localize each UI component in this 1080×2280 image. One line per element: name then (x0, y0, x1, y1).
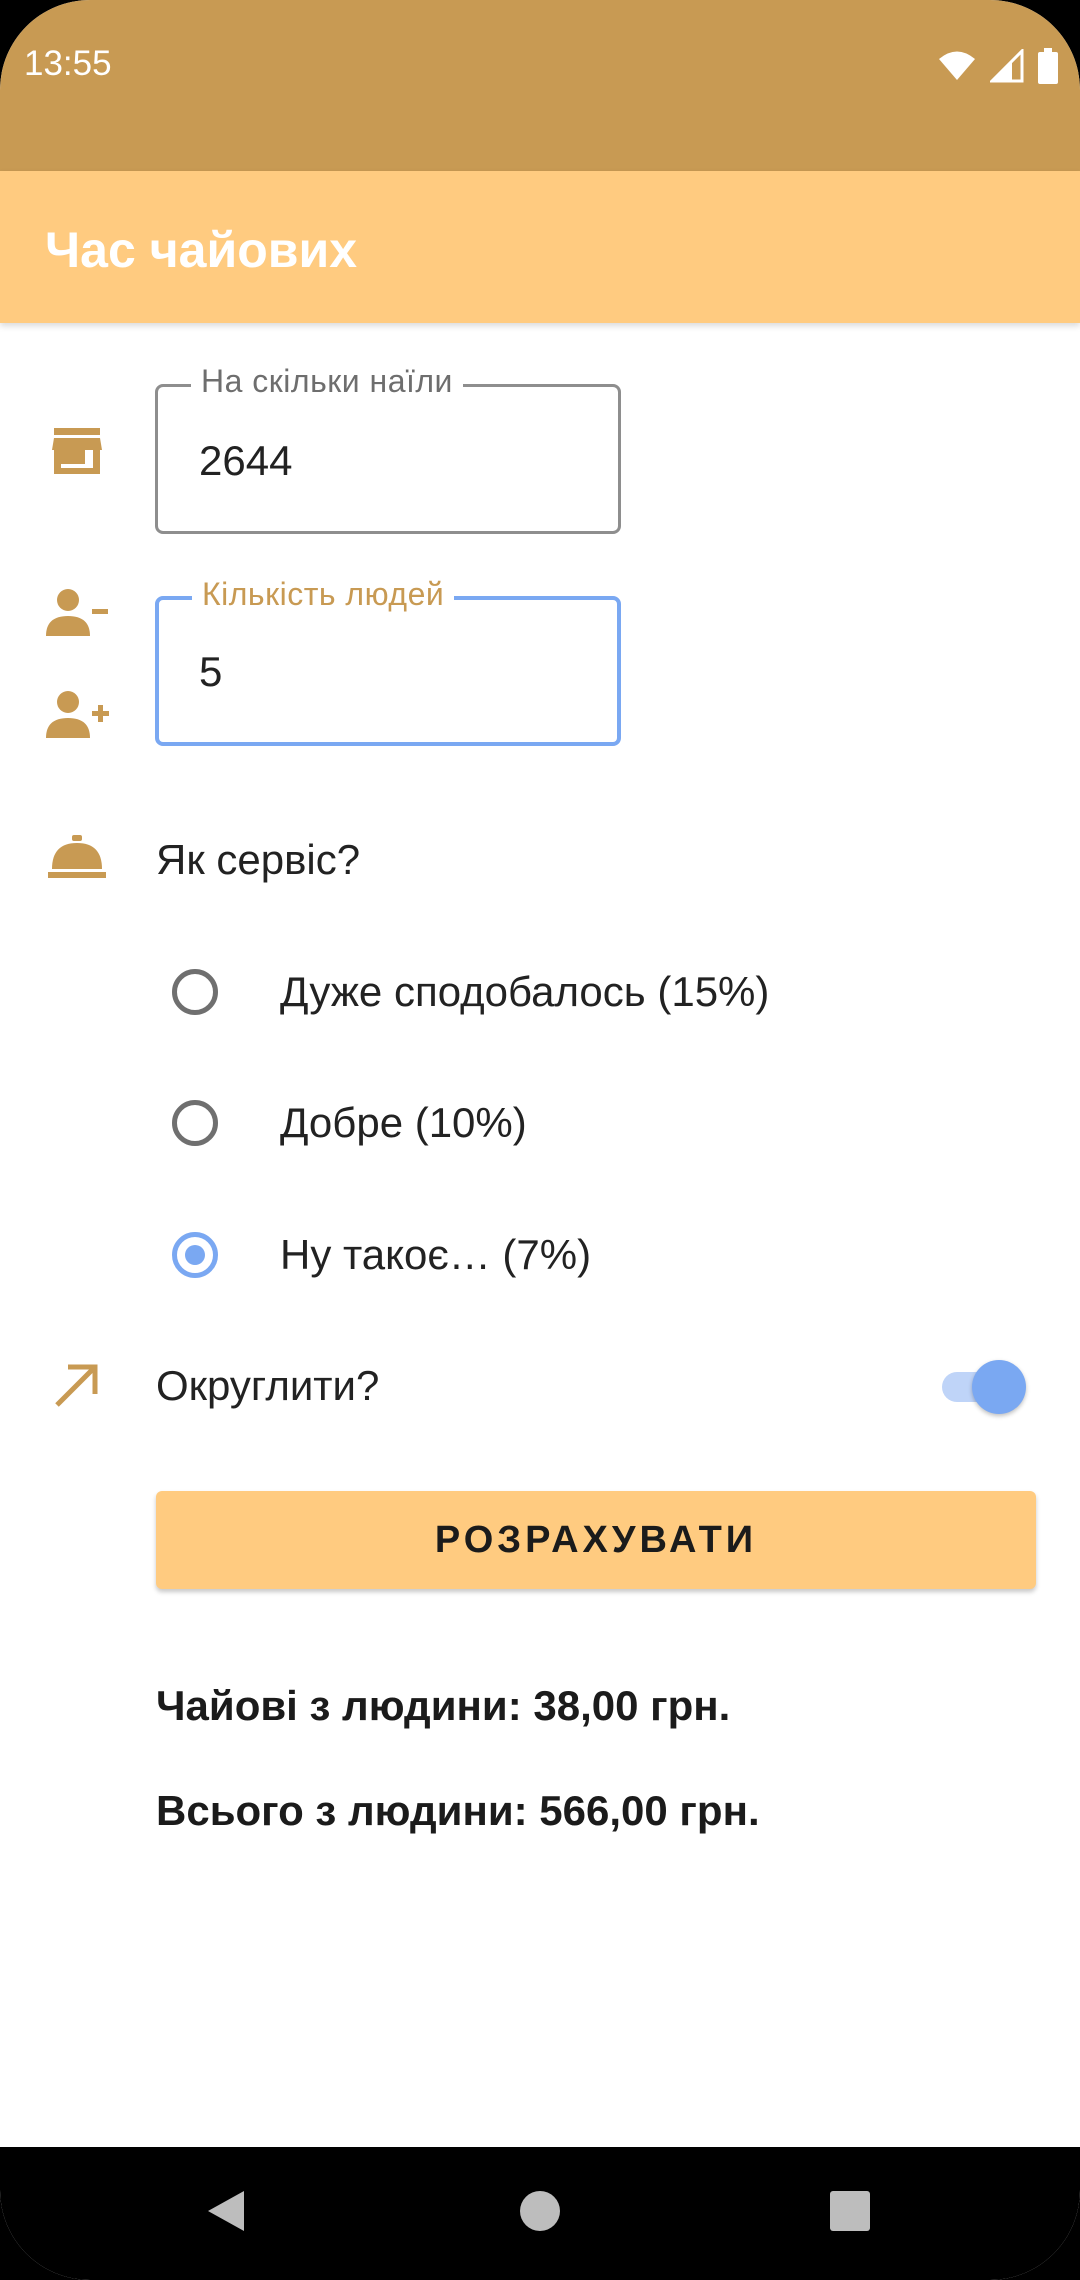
person-add-icon[interactable] (46, 690, 110, 745)
people-count-field[interactable]: Кількість людей 5 (155, 576, 621, 746)
back-icon (206, 2189, 246, 2238)
radio-button[interactable] (172, 1100, 218, 1146)
person-remove-icon[interactable] (46, 588, 110, 643)
home-button[interactable] (460, 2147, 620, 2280)
service-option-label: Добре (10%) (280, 1099, 527, 1146)
bill-amount-field[interactable]: На скільки наїли 2644 (155, 363, 621, 534)
total-per-person-result: Всього з людини: 566,00 грн. (156, 1787, 760, 1834)
back-button[interactable] (146, 2147, 306, 2280)
bill-amount-value: 2644 (199, 437, 293, 484)
status-icons (938, 47, 1058, 89)
service-option-good[interactable]: Добре (10%) (170, 1078, 870, 1168)
app-title: Час чайових (45, 222, 358, 278)
app-bar: Час чайових (0, 171, 1080, 323)
switch-thumb (972, 1360, 1026, 1414)
bill-amount-label: На скільки наїли (191, 363, 463, 400)
phone-screen: 13:55 Час чайових На скільки наїли 2644 … (0, 0, 1080, 2280)
battery-icon (1038, 48, 1058, 89)
recents-icon (829, 2190, 871, 2237)
arrow-up-right-icon (52, 1362, 100, 1415)
service-question: Як сервіс? (156, 836, 361, 883)
home-icon (519, 2190, 561, 2237)
service-option-ok[interactable]: Ну такоє… (7%) (170, 1210, 870, 1300)
store-icon (52, 428, 102, 481)
service-option-great[interactable]: Дуже сподобалось (15%) (170, 947, 870, 1037)
round-up-label: Округлити? (156, 1362, 380, 1409)
recents-button[interactable] (770, 2147, 930, 2280)
service-option-label: Дуже сподобалось (15%) (280, 968, 770, 1015)
radio-button[interactable] (172, 969, 218, 1015)
radio-button-checked[interactable] (172, 1232, 218, 1278)
round-up-switch[interactable] (938, 1358, 1028, 1414)
tip-per-person-result: Чайові з людини: 38,00 грн. (156, 1682, 731, 1729)
room-service-icon (48, 835, 106, 884)
wifi-icon (938, 50, 976, 87)
calculate-button[interactable]: РОЗРАХУВАТИ (156, 1491, 1036, 1589)
status-time: 13:55 (24, 44, 112, 83)
signal-icon (988, 47, 1024, 88)
status-bar: 13:55 (0, 0, 1080, 171)
service-option-label: Ну такоє… (7%) (280, 1231, 592, 1278)
navigation-bar (0, 2147, 1080, 2280)
people-count-value: 5 (199, 648, 223, 695)
people-count-label: Кількість людей (192, 576, 455, 613)
